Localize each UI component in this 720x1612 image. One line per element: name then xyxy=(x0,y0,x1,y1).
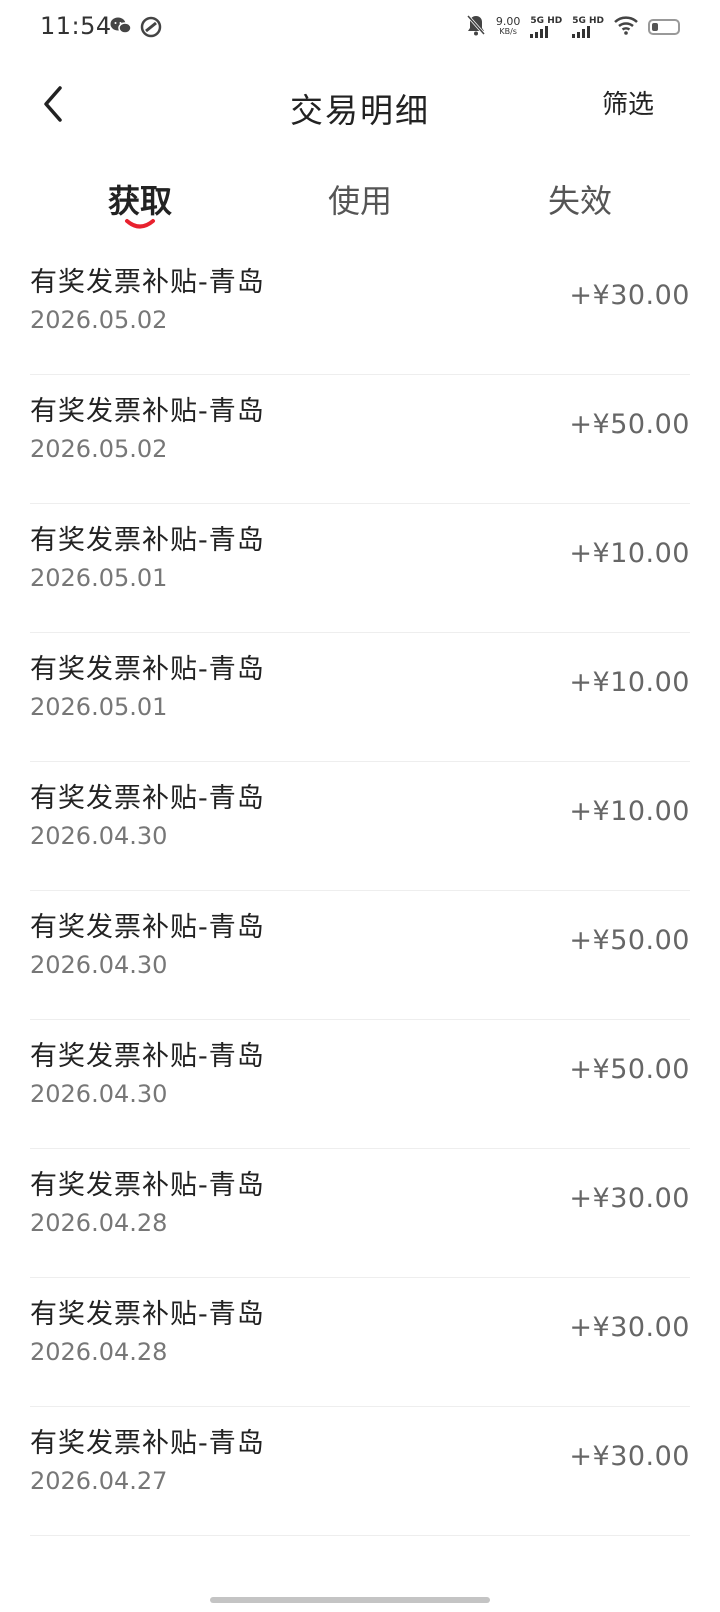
transaction-title: 有奖发票补贴-青岛 xyxy=(30,1041,265,1072)
transaction-title: 有奖发票补贴-青岛 xyxy=(30,783,265,814)
signal-bars-icon xyxy=(572,26,591,38)
battery-icon xyxy=(648,19,680,35)
signal-2-label: 5G HD xyxy=(572,16,604,26)
transaction-title: 有奖发票补贴-青岛 xyxy=(30,1428,265,1459)
transaction-date: 2026.05.01 xyxy=(30,564,168,592)
transaction-date: 2026.04.28 xyxy=(30,1209,168,1237)
transaction-date: 2026.04.30 xyxy=(30,951,168,979)
net-speed-unit: KB/s xyxy=(499,27,517,36)
transaction-row[interactable]: 有奖发票补贴-青岛 2026.04.28 +¥30.00 xyxy=(30,1149,690,1278)
status-left-icons xyxy=(110,16,162,42)
tab-acquire[interactable]: 获取 xyxy=(80,176,200,222)
transaction-row[interactable]: 有奖发票补贴-青岛 2026.04.30 +¥50.00 xyxy=(30,1020,690,1149)
transaction-title: 有奖发票补贴-青岛 xyxy=(30,267,265,298)
mute-bell-icon xyxy=(466,14,486,40)
transaction-amount: +¥10.00 xyxy=(569,538,690,569)
tab-expired[interactable]: 失效 xyxy=(520,176,640,222)
signal-2: 5G HD xyxy=(572,16,604,38)
home-indicator[interactable] xyxy=(210,1597,490,1603)
transaction-title: 有奖发票补贴-青岛 xyxy=(30,396,265,427)
transaction-date: 2026.05.02 xyxy=(30,435,168,463)
transaction-date: 2026.05.01 xyxy=(30,693,168,721)
transaction-row[interactable]: 有奖发票补贴-青岛 2026.04.28 +¥30.00 xyxy=(30,1278,690,1407)
net-speed-value: 9.00 xyxy=(495,15,521,28)
transaction-row[interactable]: 有奖发票补贴-青岛 2026.05.01 +¥10.00 xyxy=(30,633,690,762)
transaction-date: 2026.04.28 xyxy=(30,1338,168,1366)
transaction-date: 2026.05.02 xyxy=(30,306,168,334)
tab-use[interactable]: 使用 xyxy=(300,176,420,222)
transaction-amount: +¥30.00 xyxy=(569,1441,690,1472)
transaction-title: 有奖发票补贴-青岛 xyxy=(30,1170,265,1201)
header: 交易明细 筛选 xyxy=(0,56,720,152)
transaction-amount: +¥10.00 xyxy=(569,667,690,698)
wifi-icon xyxy=(614,15,638,39)
transaction-date: 2026.04.30 xyxy=(30,1080,168,1108)
transaction-title: 有奖发票补贴-青岛 xyxy=(30,525,265,556)
tab-active-indicator xyxy=(125,219,155,229)
transaction-list: 有奖发票补贴-青岛 2026.05.02 +¥30.00 有奖发票补贴-青岛 2… xyxy=(30,246,690,1536)
signal-1-label: 5G HD xyxy=(530,16,563,26)
net-speed: 9.00 KB/s xyxy=(495,15,521,37)
transaction-amount: +¥50.00 xyxy=(569,925,690,956)
transaction-row[interactable]: 有奖发票补贴-青岛 2026.04.27 +¥30.00 xyxy=(30,1407,690,1536)
signal-1: 5G HD xyxy=(530,16,562,38)
transaction-amount: +¥10.00 xyxy=(569,796,690,827)
transaction-row[interactable]: 有奖发票补贴-青岛 2026.04.30 +¥50.00 xyxy=(30,891,690,1020)
transaction-row[interactable]: 有奖发票补贴-青岛 2026.05.01 +¥10.00 xyxy=(30,504,690,633)
wechat-icon xyxy=(110,16,132,42)
signal-bars-icon xyxy=(530,26,549,38)
transaction-title: 有奖发票补贴-青岛 xyxy=(30,1299,265,1330)
status-bar: 11:54 9.00 KB/s 5G HD 5G HD xyxy=(0,0,720,56)
transaction-title: 有奖发票补贴-青岛 xyxy=(30,654,265,685)
transaction-amount: +¥50.00 xyxy=(569,409,690,440)
transaction-date: 2026.04.27 xyxy=(30,1467,168,1495)
transaction-date: 2026.04.30 xyxy=(30,822,168,850)
transaction-title: 有奖发票补贴-青岛 xyxy=(30,912,265,943)
app-icon xyxy=(140,16,162,42)
transaction-row[interactable]: 有奖发票补贴-青岛 2026.04.30 +¥10.00 xyxy=(30,762,690,891)
transaction-amount: +¥30.00 xyxy=(569,1183,690,1214)
transaction-amount: +¥50.00 xyxy=(569,1054,690,1085)
transaction-row[interactable]: 有奖发票补贴-青岛 2026.05.02 +¥50.00 xyxy=(30,375,690,504)
status-right-icons: 9.00 KB/s 5G HD 5G HD xyxy=(466,14,680,40)
transaction-amount: +¥30.00 xyxy=(569,280,690,311)
status-time: 11:54 xyxy=(40,12,112,40)
transaction-row[interactable]: 有奖发票补贴-青岛 2026.05.02 +¥30.00 xyxy=(30,246,690,375)
tab-bar: 获取 使用 失效 xyxy=(0,170,720,240)
filter-button[interactable]: 筛选 xyxy=(602,84,654,121)
transaction-amount: +¥30.00 xyxy=(569,1312,690,1343)
